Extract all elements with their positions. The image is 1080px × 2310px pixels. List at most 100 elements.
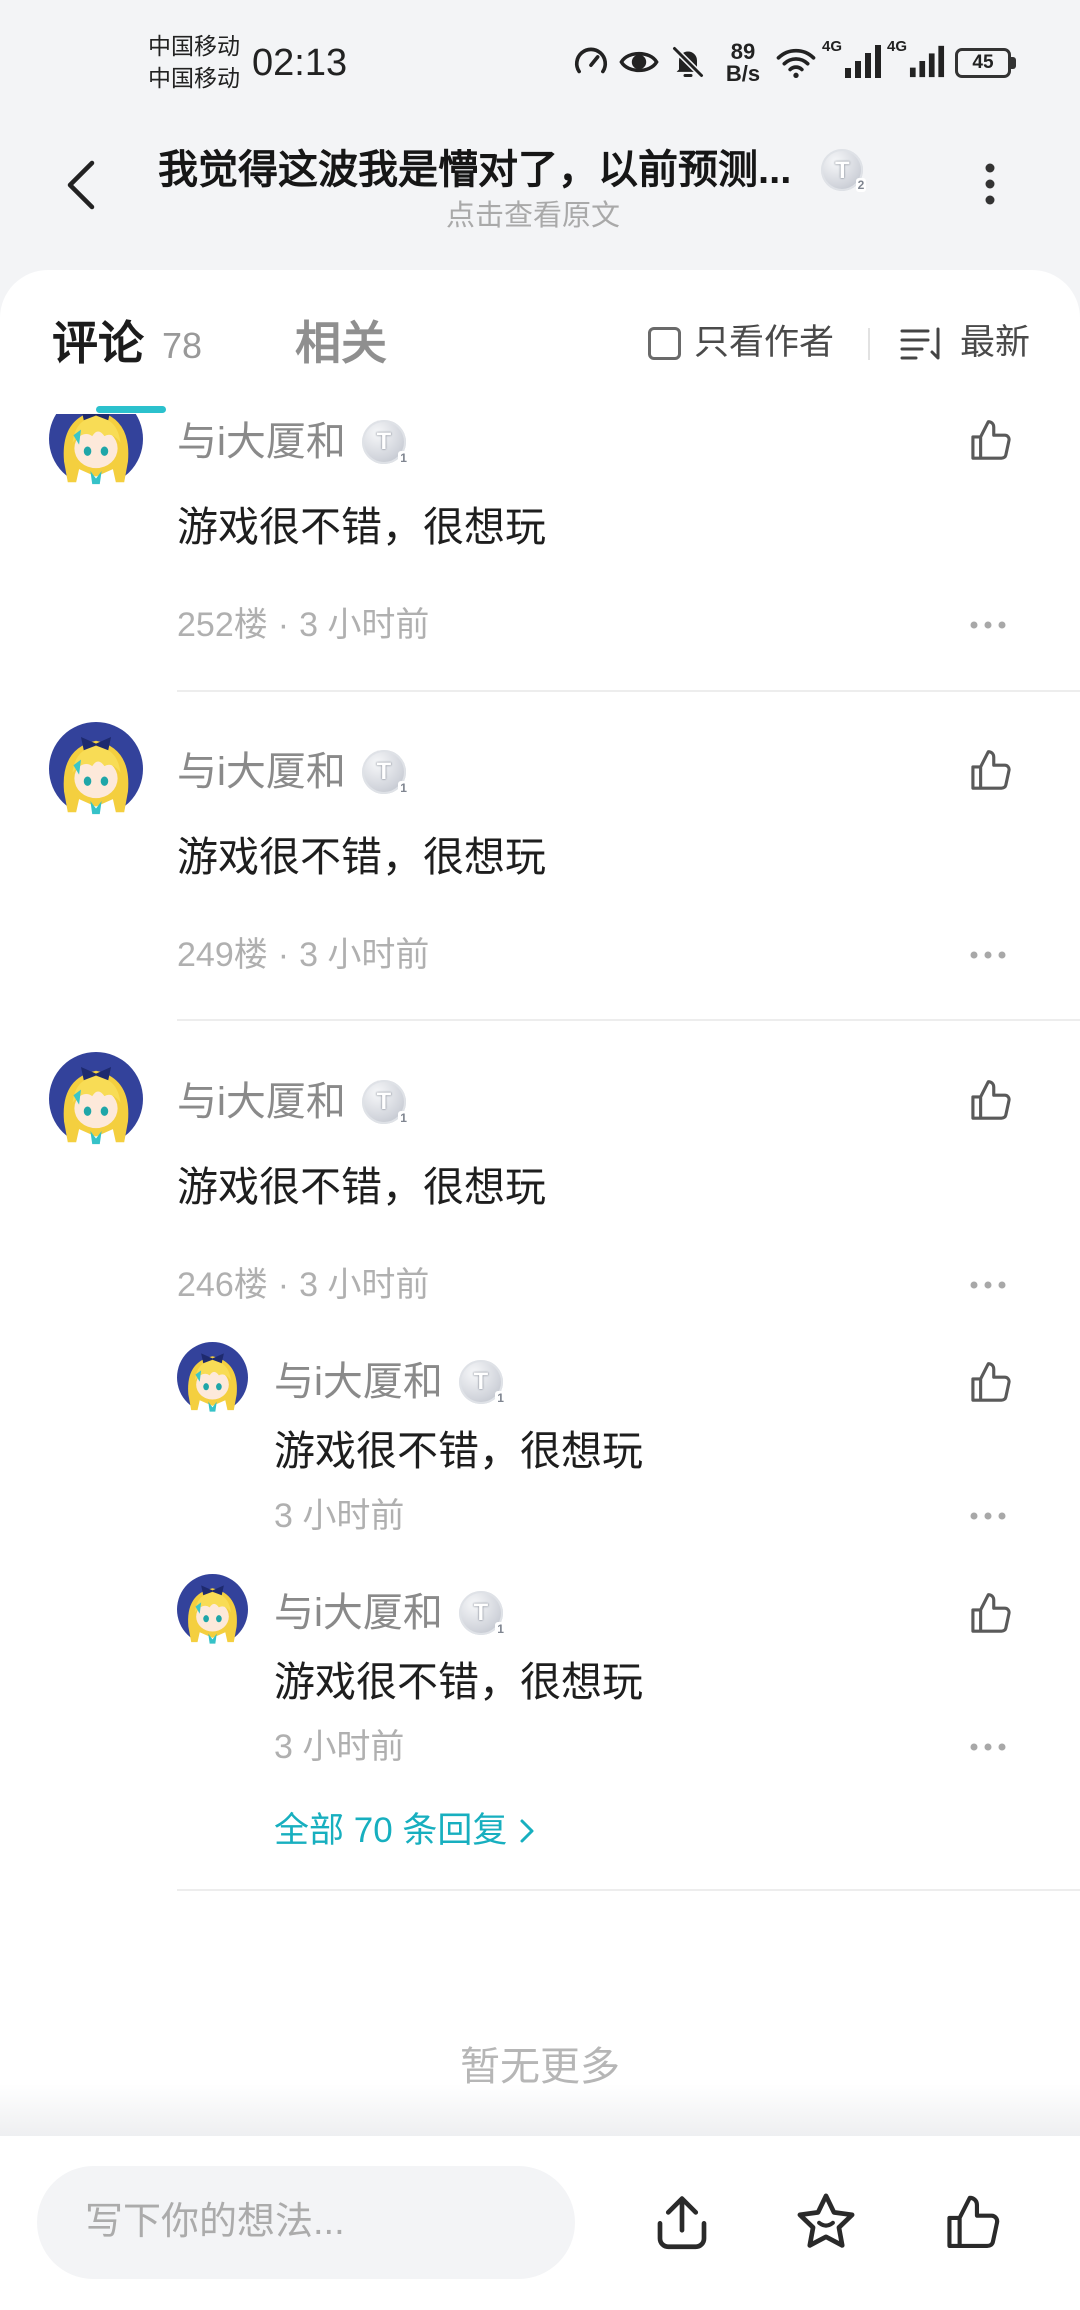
wifi-icon (776, 48, 816, 78)
comment-time: 3 小时前 (299, 606, 430, 644)
reply-avatar[interactable] (177, 1342, 248, 1413)
view-original-link[interactable]: 点击查看原文 (433, 198, 633, 234)
username[interactable]: 与i大厦和 (274, 1356, 443, 1408)
reply-time: 3 小时前 (274, 1728, 405, 1766)
signal-icon (845, 45, 881, 78)
reply-text: 游戏很不错，很想玩 (274, 1659, 643, 1705)
reply-author[interactable]: 与i大厦和 T 1 (274, 1587, 506, 1639)
comment-list[interactable]: 与i大厦和 T 1 游戏很不错，很想玩 252楼 · 3 小时前 与i大厦和 T 1… (0, 414, 1080, 2136)
comment-text: 游戏很不错，很想玩 (177, 1164, 546, 1210)
carrier-1: 中国移动 (148, 33, 240, 59)
comment-text: 游戏很不错，很想玩 (177, 834, 546, 880)
comment-meta: 249楼 · 3 小时前 (177, 934, 429, 976)
post-title-row[interactable]: 我觉得这波我是懵对了，以前预测... T 2 (158, 146, 867, 194)
badge-level: 1 (495, 1391, 506, 1405)
speedometer-icon (574, 47, 608, 74)
floor-number: 246楼 (177, 1266, 268, 1304)
username[interactable]: 与i大厦和 (177, 416, 346, 468)
reply-author[interactable]: 与i大厦和 T 1 (274, 1356, 506, 1408)
comment-input[interactable] (85, 2166, 545, 2279)
more-vertical-icon[interactable] (980, 160, 1000, 208)
comment-meta: 246楼 · 3 小时前 (177, 1264, 429, 1306)
author-only-checkbox[interactable] (648, 327, 681, 360)
share-icon[interactable] (649, 2189, 715, 2255)
post-title[interactable]: 我觉得这波我是懵对了，以前预测... (158, 146, 791, 194)
star-icon[interactable] (793, 2189, 859, 2255)
more-dots-icon[interactable] (968, 949, 1008, 961)
like-icon[interactable] (965, 1357, 1015, 1407)
user-avatar[interactable] (49, 722, 143, 816)
chevron-right-icon (520, 1819, 534, 1843)
clock: 02:13 (252, 42, 348, 84)
comment-divider (177, 690, 1080, 692)
comment-time: 3 小时前 (299, 1266, 430, 1304)
level-badge-icon: T 1 (458, 1591, 506, 1636)
username[interactable]: 与i大厦和 (177, 1076, 346, 1128)
floor-number: 249楼 (177, 936, 268, 974)
comment-author[interactable]: 与i大厦和 T 1 (177, 416, 409, 468)
sim-1-network: 4G (822, 38, 843, 55)
eye-icon (619, 51, 659, 73)
comment-text: 游戏很不错，很想玩 (177, 504, 546, 550)
battery-icon: 45 (955, 48, 1011, 78)
more-dots-icon[interactable] (968, 619, 1008, 631)
level-badge-icon: T 1 (361, 420, 409, 465)
floor-number: 252楼 (177, 606, 268, 644)
battery-nub (1011, 57, 1016, 69)
badge-level: 1 (398, 451, 409, 465)
comment-divider (177, 1889, 1080, 1891)
sim-2-network: 4G (887, 38, 908, 55)
meta-separator: · (277, 1266, 290, 1304)
battery-level: 45 (972, 52, 994, 73)
sort-latest-button[interactable]: 最新 (960, 321, 1030, 365)
comment-author[interactable]: 与i大厦和 T 1 (177, 746, 409, 798)
comment-author[interactable]: 与i大厦和 T 1 (177, 1076, 409, 1128)
more-dots-icon[interactable] (968, 1279, 1008, 1291)
more-dots-icon[interactable] (968, 1741, 1008, 1753)
thumbs-up-icon[interactable] (939, 2189, 1005, 2255)
bottom-action-bar (0, 2136, 1080, 2310)
back-arrow-icon[interactable] (64, 159, 98, 211)
username[interactable]: 与i大厦和 (274, 1587, 443, 1639)
level-badge-icon: T 1 (361, 1080, 409, 1125)
active-tab-indicator (96, 406, 166, 413)
badge-level: 1 (398, 1111, 409, 1125)
user-avatar[interactable] (49, 414, 143, 486)
author-only-label[interactable]: 只看作者 (694, 321, 834, 365)
carrier-2: 中国移动 (148, 65, 240, 91)
meta-separator: · (277, 936, 290, 974)
status-bar: 中国移动 中国移动 02:13 89 B/s 4G 4G 45 (0, 0, 1080, 110)
like-icon[interactable] (965, 1075, 1015, 1125)
level-badge-icon: T 1 (458, 1360, 506, 1405)
like-icon[interactable] (965, 415, 1015, 465)
sort-icon[interactable] (900, 326, 944, 362)
user-avatar[interactable] (49, 1052, 143, 1146)
comment-divider (177, 1019, 1080, 1021)
badge-level: 2 (855, 178, 867, 192)
more-dots-icon[interactable] (968, 1510, 1008, 1522)
reply-avatar[interactable] (177, 1574, 248, 1645)
reply-time: 3 小时前 (274, 1497, 405, 1535)
badge-level: 1 (495, 1622, 506, 1636)
view-all-replies-label[interactable]: 全部 70 条回复 (274, 1809, 507, 1853)
view-all-replies-link[interactable]: 全部 70 条回复 (274, 1809, 535, 1853)
comment-composer[interactable] (37, 2166, 575, 2279)
bell-off-icon (672, 46, 704, 78)
reply-text: 游戏很不错，很想玩 (274, 1428, 643, 1474)
signal-icon (909, 45, 945, 78)
app-screen: 中国移动 中国移动 02:13 89 B/s 4G 4G 45 我觉得这波我是懵… (0, 0, 1080, 2310)
author-level-badge-icon: T 2 (821, 149, 867, 192)
tab-comments[interactable]: 评论 (52, 315, 144, 371)
filter-divider (868, 328, 870, 360)
username[interactable]: 与i大厦和 (177, 746, 346, 798)
meta-separator: · (277, 606, 290, 644)
like-icon[interactable] (965, 745, 1015, 795)
bottom-fade (0, 2084, 1080, 2136)
level-badge-icon: T 1 (361, 750, 409, 795)
comment-time: 3 小时前 (299, 936, 430, 974)
comment-count: 78 (162, 325, 203, 366)
net-speed-unit: B/s (725, 61, 761, 86)
tab-related[interactable]: 相关 (295, 315, 387, 371)
comment-meta: 252楼 · 3 小时前 (177, 604, 429, 646)
like-icon[interactable] (965, 1588, 1015, 1638)
